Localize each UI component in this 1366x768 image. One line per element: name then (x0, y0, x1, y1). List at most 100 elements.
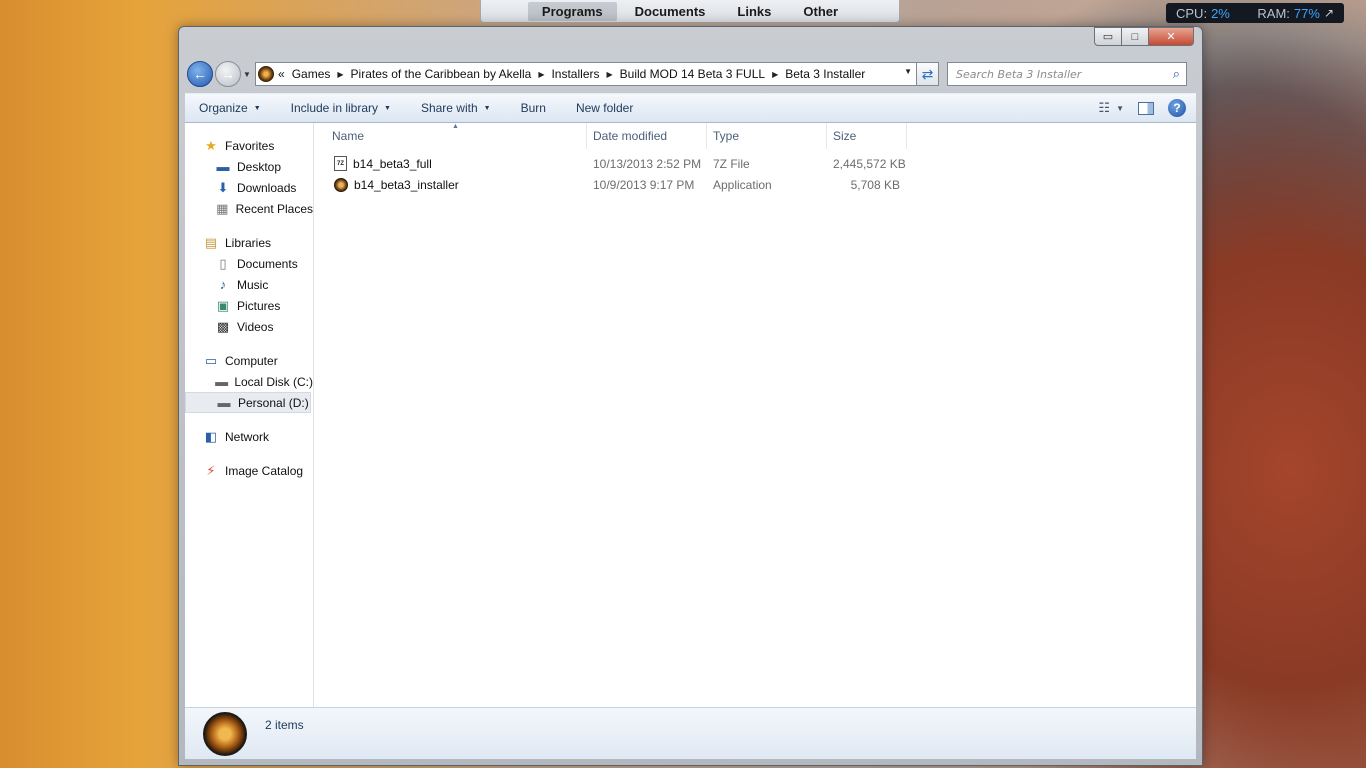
new-folder-button[interactable]: New folder (576, 101, 633, 115)
library-icon: ▤ (204, 234, 218, 250)
breadcrumb-item[interactable]: Beta 3 Installer (785, 67, 865, 81)
folder-icon (258, 66, 274, 82)
system-meter: CPU: 2% RAM: 77% ↗ (1166, 3, 1344, 23)
computer-icon: ▭ (204, 352, 218, 368)
breadcrumb-item[interactable]: Games (292, 67, 331, 81)
back-arrow-icon: ← (193, 66, 207, 82)
nav-image-catalog[interactable]: ⚡ Image Catalog (185, 460, 313, 481)
close-button[interactable]: ✕ (1148, 27, 1194, 46)
view-options-icon[interactable]: ☷ (1098, 100, 1110, 116)
chevron-down-icon[interactable]: ▼ (1116, 104, 1124, 113)
nav-pictures[interactable]: ▣ Pictures (185, 295, 313, 316)
search-input[interactable] (954, 66, 1154, 82)
file-name-cell[interactable]: 7Z b14_beta3_full (314, 156, 587, 171)
file-row[interactable]: b14_beta3_installer 10/9/2013 9:17 PM Ap… (314, 174, 1196, 195)
nav-label: Desktop (237, 159, 282, 174)
nav-computer[interactable]: ▭ Computer (185, 350, 313, 371)
nav-favorites[interactable]: ★ Favorites (185, 135, 313, 156)
content-area: ★ Favorites ▬ Desktop ⬇ Downloads ▦ Recent P… (185, 123, 1196, 729)
column-header-date-modified[interactable]: Date modified (587, 123, 707, 149)
include-label: Include in library (290, 101, 379, 115)
nav-label: Downloads (237, 180, 297, 195)
file-name-cell[interactable]: b14_beta3_installer (314, 177, 587, 192)
network-group: ◧ Network (185, 426, 313, 447)
caption-buttons: ▭ □ ✕ (1094, 27, 1194, 46)
share-with-button[interactable]: Share with ▼ (421, 101, 491, 115)
image-catalog-icon: ⚡ (206, 462, 216, 478)
libraries-group: ▤ Libraries ▯ Documents ♪ Music ▣ Pictures ▩… (185, 232, 313, 337)
column-headers: ▲ Name Date modified Type Size (314, 123, 1196, 149)
nav-label: Libraries (225, 235, 272, 250)
nav-music[interactable]: ♪ Music (185, 274, 313, 295)
minimize-button[interactable]: ▭ (1094, 27, 1122, 46)
column-header-size[interactable]: Size (827, 123, 907, 149)
dock-tab-documents[interactable]: Documents (621, 2, 720, 21)
recent-pages-dropdown[interactable]: ▼ (241, 70, 253, 79)
maximize-button[interactable]: □ (1121, 27, 1149, 46)
preview-pane-icon[interactable] (1138, 101, 1154, 115)
nav-libraries[interactable]: ▤ Libraries (185, 232, 313, 253)
refresh-icon: ⇄ (921, 65, 934, 82)
forward-button[interactable]: → (215, 61, 241, 87)
file-size-cell: 2,445,572 KB (833, 156, 906, 171)
address-dropdown-icon[interactable]: ▼ (904, 67, 912, 76)
breadcrumb-chevron-icon[interactable]: ▶ (607, 70, 613, 79)
organize-button[interactable]: Organize ▼ (199, 101, 261, 115)
burn-button[interactable]: Burn (521, 101, 546, 115)
navigation-pane: ★ Favorites ▬ Desktop ⬇ Downloads ▦ Recent P… (185, 123, 314, 728)
hard-drive-icon: ▬ (215, 374, 229, 389)
help-icon[interactable]: ? (1168, 99, 1186, 117)
expand-arrow-icon[interactable]: ↗ (1324, 6, 1334, 20)
breadcrumb-overflow[interactable]: « (278, 67, 285, 81)
minimize-icon: ▭ (1102, 31, 1114, 43)
close-icon: ✕ (1166, 31, 1176, 43)
breadcrumb-item[interactable]: Installers (551, 67, 599, 81)
star-icon: ★ (205, 137, 217, 153)
breadcrumb-chevron-icon[interactable]: ▶ (337, 70, 343, 79)
file-row[interactable]: 7Z b14_beta3_full 10/13/2013 2:52 PM 7Z F… (314, 153, 1196, 174)
address-bar[interactable]: « Games ▶ Pirates of the Caribbean by Ak… (255, 62, 917, 86)
command-bar: Organize ▼ Include in library ▼ Share with… (185, 93, 1196, 123)
music-icon: ♪ (219, 277, 227, 292)
include-in-library-button[interactable]: Include in library ▼ (291, 101, 391, 115)
breadcrumb-item[interactable]: Pirates of the Caribbean by Akella (351, 67, 532, 81)
breadcrumb-chevron-icon[interactable]: ▶ (538, 70, 544, 79)
dock-tab-links[interactable]: Links (723, 2, 785, 21)
nav-personal-drive[interactable]: ▬ Personal (D:) (185, 392, 311, 413)
nav-documents[interactable]: ▯ Documents (185, 253, 313, 274)
file-date-cell: 10/13/2013 2:52 PM (593, 156, 702, 171)
file-list-pane: ▲ Name Date modified Type Size 7Z b14_bet… (314, 123, 1196, 728)
refresh-button[interactable]: ⇄ (917, 62, 939, 86)
back-button[interactable]: ← (187, 61, 213, 87)
nav-desktop[interactable]: ▬ Desktop (185, 156, 313, 177)
nav-network[interactable]: ◧ Network (185, 426, 313, 447)
breadcrumb-item[interactable]: Build MOD 14 Beta 3 FULL (620, 67, 765, 81)
nav-recent-places[interactable]: ▦ Recent Places (185, 198, 313, 219)
pictures-icon: ▣ (216, 297, 230, 313)
archive-file-icon: 7Z (334, 156, 347, 171)
nav-label: Local Disk (C:) (234, 374, 313, 389)
nav-videos[interactable]: ▩ Videos (185, 316, 313, 337)
downloads-icon: ⬇ (217, 179, 229, 195)
chevron-down-icon: ▼ (483, 104, 491, 112)
search-icon[interactable]: ⌕ (1173, 66, 1180, 82)
column-header-name[interactable]: Name (314, 123, 587, 149)
column-label: Type (713, 129, 740, 143)
dock-tab-other[interactable]: Other (789, 2, 852, 21)
nav-label: Recent Places (235, 201, 313, 216)
file-name: b14_beta3_installer (354, 177, 459, 192)
search-box[interactable]: ⌕ (947, 62, 1187, 86)
chevron-down-icon: ▼ (253, 104, 261, 112)
file-type-cell: Application (713, 177, 772, 192)
navigation-row: ← → ▼ « Games ▶ Pirates of the Caribbean… (187, 60, 1194, 88)
dock-tab-programs[interactable]: Programs (527, 1, 617, 21)
breadcrumb-chevron-icon[interactable]: ▶ (772, 70, 778, 79)
column-header-type[interactable]: Type (707, 123, 827, 149)
file-date-cell: 10/9/2013 9:17 PM (593, 177, 695, 192)
share-label: Share with (420, 101, 478, 115)
cpu-value: 2% (1211, 5, 1230, 21)
sort-ascending-icon: ▲ (452, 123, 459, 130)
file-type-cell: 7Z File (713, 156, 750, 171)
nav-local-disk[interactable]: ▬ Local Disk (C:) (185, 371, 313, 392)
nav-downloads[interactable]: ⬇ Downloads (185, 177, 313, 198)
